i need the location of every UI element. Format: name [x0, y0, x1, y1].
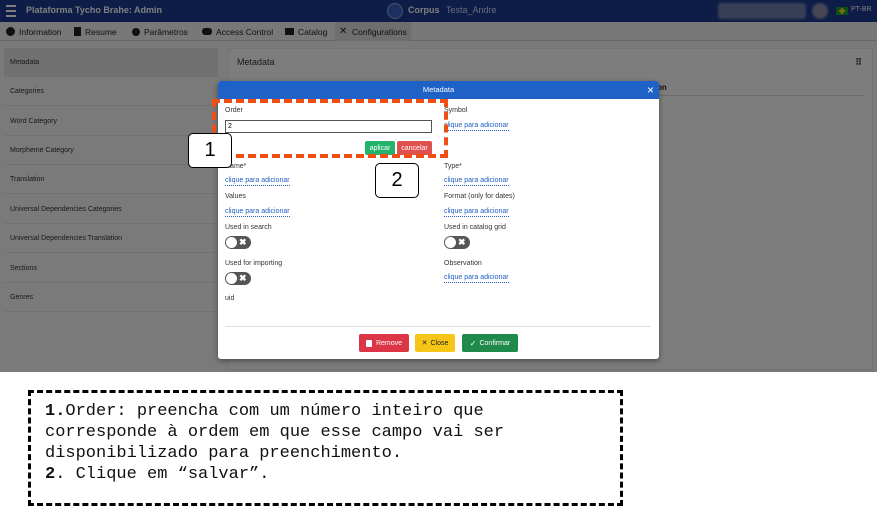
format-add-link[interactable]: clique para adicionar — [444, 207, 509, 217]
close-icon[interactable]: × — [647, 81, 654, 99]
used-for-importing-label: Used for importing — [225, 260, 283, 267]
close-button[interactable]: ✕ Close — [415, 334, 455, 352]
values-add-link[interactable]: clique para adicionar — [225, 207, 290, 217]
x-icon: ✖ — [239, 273, 247, 283]
note-line-4: 2. Clique em “salvar”. — [45, 464, 620, 485]
note-line-2: corresponde à ordem em que esse campo va… — [45, 423, 505, 442]
instruction-note: 1.Order: preencha com um número inteiro … — [28, 390, 623, 506]
close-x-icon: ✕ — [421, 340, 428, 347]
app-screenshot: Plataforma Tycho Brahe: Admin Corpus Tes… — [0, 0, 877, 372]
observation-add-link[interactable]: clique para adicionar — [444, 273, 509, 283]
note-step-2-number: 2 — [45, 465, 56, 484]
toggle-knob — [226, 273, 237, 284]
used-for-importing-toggle[interactable]: ✖ — [225, 272, 251, 285]
check-icon: ✓ — [469, 338, 477, 348]
note-line-1-text: Order: preencha com um número inteiro qu… — [65, 402, 484, 421]
modal-title: Metadata — [422, 85, 455, 94]
callout-1: 1 — [188, 133, 232, 168]
confirm-button[interactable]: ✓ Confirmar — [462, 334, 518, 352]
close-label: Close — [430, 339, 449, 347]
toggle-knob — [226, 237, 237, 248]
note-line-1: 1.Order: preencha com um número inteiro … — [45, 401, 620, 422]
annotation-highlight-box — [212, 99, 448, 158]
x-icon: ✖ — [239, 237, 247, 247]
name-add-link[interactable]: clique para adicionar — [225, 176, 290, 186]
note-line-4-text: . Clique em “salvar”. — [55, 465, 270, 484]
note-step-1-number: 1. — [45, 402, 66, 421]
callout-2: 2 — [375, 163, 419, 198]
type-label: Type* — [444, 163, 462, 170]
toggle-knob — [445, 237, 456, 248]
uid-label: uid — [225, 295, 235, 302]
remove-button[interactable]: Remove — [359, 334, 409, 352]
type-add-link[interactable]: clique para adicionar — [444, 176, 509, 186]
modal-header: Metadata × — [218, 81, 659, 99]
confirm-label: Confirmar — [479, 339, 511, 347]
used-in-catalog-grid-toggle[interactable]: ✖ — [444, 236, 470, 249]
used-in-catalog-grid-label: Used in catalog grid — [444, 224, 506, 231]
remove-label: Remove — [375, 339, 403, 347]
trash-icon — [365, 339, 372, 347]
used-in-search-label: Used in search — [225, 224, 272, 231]
note-line-3: disponibilizado para preenchimento. — [45, 444, 403, 463]
values-label: Values — [225, 193, 246, 200]
symbol-add-link[interactable]: clique para adicionar — [444, 121, 509, 131]
used-in-search-toggle[interactable]: ✖ — [225, 236, 251, 249]
format-label: Format (only for dates) — [444, 193, 515, 200]
footer-divider — [225, 326, 651, 327]
x-icon: ✖ — [458, 237, 466, 247]
observation-label: Observation — [444, 260, 482, 267]
